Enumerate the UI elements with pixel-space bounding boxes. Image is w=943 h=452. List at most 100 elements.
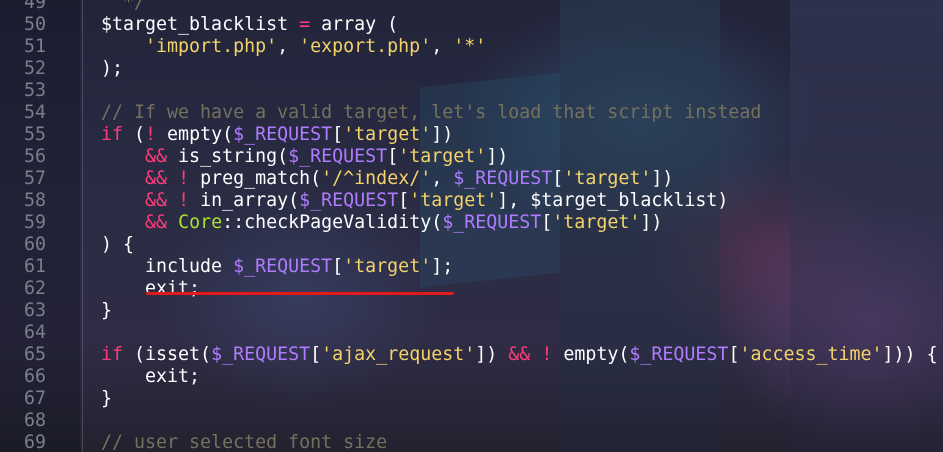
code-token: ! — [178, 168, 190, 189]
code-line[interactable]: 50 $target_blacklist = array ( — [0, 14, 938, 36]
code-line[interactable]: 54 // If we have a valid target, let's lo… — [0, 102, 938, 124]
code-token: 'target' — [398, 146, 487, 167]
line-number: 56 — [23, 146, 46, 167]
code-line[interactable]: 49 */ — [0, 0, 938, 14]
code-editor[interactable]: 49 */50 $target_blacklist = array (51 'im… — [0, 0, 943, 452]
code-text: // user selected font size — [101, 432, 387, 452]
line-number: 50 — [23, 14, 46, 35]
code-token: is_string( — [167, 146, 289, 167]
code-token: empty( — [552, 344, 630, 365]
code-token: [ — [387, 146, 399, 167]
line-number: 54 — [23, 102, 46, 123]
code-token: , — [277, 36, 300, 57]
line-number: 59 — [23, 212, 46, 233]
code-token: // If we have a valid target, let's load… — [101, 102, 762, 123]
code-token: $_REQUEST — [233, 124, 333, 145]
code-text: && ! preg_match('/^index/', $_REQUEST['t… — [101, 168, 673, 190]
line-number: 61 — [23, 256, 46, 277]
code-line[interactable]: 63} — [0, 300, 938, 322]
line-number: 53 — [23, 80, 46, 101]
code-line[interactable]: 57 && ! preg_match('/^index/', $_REQUEST… — [0, 168, 938, 190]
code-token: include — [101, 256, 234, 277]
line-number: 55 — [23, 124, 46, 145]
code-token: ]) — [640, 212, 663, 233]
code-text: */ — [101, 0, 145, 14]
code-token: [ — [541, 212, 553, 233]
code-token: ]) — [651, 168, 674, 189]
code-line[interactable]: 52); — [0, 58, 938, 80]
code-token: [ — [332, 124, 344, 145]
code-line[interactable]: 59 && Core::checkPageValidity($_REQUEST[… — [0, 212, 938, 234]
code-token: Core — [178, 212, 223, 233]
code-text: exit; — [101, 278, 200, 300]
code-token: ]) — [486, 146, 509, 167]
code-token: exit; — [101, 366, 201, 387]
code-token: 'import.php' — [145, 36, 278, 57]
code-token: 'target' — [343, 256, 432, 277]
code-token: $_REQUEST — [453, 168, 553, 189]
code-text: } — [101, 300, 112, 322]
code-token: ])) { — [882, 344, 938, 365]
code-line[interactable]: 66 exit; — [0, 366, 938, 388]
code-token: 'ajax_request' — [321, 344, 476, 365]
code-token: ) { — [101, 234, 135, 255]
code-text: } — [101, 388, 112, 410]
code-token: ! — [178, 190, 190, 211]
code-token: 'target' — [552, 212, 641, 233]
line-number: 60 — [23, 234, 46, 255]
code-token: [ — [728, 344, 740, 365]
line-number: 66 — [23, 366, 46, 387]
line-number: 69 — [23, 432, 46, 452]
code-text: ) { — [101, 234, 134, 256]
code-line[interactable]: 55 if (! empty($_REQUEST['target']) — [0, 124, 938, 146]
code-token: } — [101, 388, 113, 409]
code-token: preg_match( — [189, 168, 322, 189]
line-number: 52 — [23, 58, 46, 79]
line-number: 58 — [23, 190, 46, 211]
code-token: , — [431, 36, 454, 57]
code-token: $target_blacklist — [101, 14, 300, 35]
code-text: if (! empty($_REQUEST['target']) — [101, 124, 453, 146]
code-line[interactable]: 60 ) { — [0, 234, 938, 256]
code-token: [ — [332, 256, 344, 277]
code-line[interactable]: 65 if (isset($_REQUEST['ajax_request']) &… — [0, 344, 938, 366]
code-token: $_REQUEST — [288, 146, 388, 167]
code-token: ::checkPageValidity( — [222, 212, 443, 233]
code-line[interactable]: 53 — [0, 80, 938, 102]
code-line[interactable]: 68 — [0, 410, 938, 432]
code-line[interactable]: 61 include $_REQUEST['target']; — [0, 256, 938, 278]
code-token: if — [101, 344, 124, 365]
line-number: 63 — [23, 300, 46, 321]
line-number: 51 — [23, 36, 46, 57]
code-token: && — [508, 344, 531, 365]
code-token: && — [145, 190, 168, 211]
code-line[interactable]: 58 && ! in_array($_REQUEST['target'], $t… — [0, 190, 938, 212]
code-line[interactable]: 51 'import.php', 'export.php', '*' — [0, 36, 938, 58]
code-token: array ( — [310, 14, 399, 35]
code-token: exit; — [101, 278, 201, 299]
code-text: exit; — [101, 366, 200, 388]
code-line[interactable]: 67} — [0, 388, 938, 410]
code-token: [ — [310, 344, 322, 365]
code-lines[interactable]: 49 */50 $target_blacklist = array (51 'im… — [0, 0, 938, 452]
code-token: ! — [541, 344, 553, 365]
code-token: } — [101, 300, 113, 321]
line-number: 67 — [23, 388, 46, 409]
code-text: && Core::checkPageValidity($_REQUEST['ta… — [101, 212, 662, 234]
code-text: $target_blacklist = array ( — [101, 14, 398, 36]
code-line[interactable]: 64 — [0, 322, 938, 344]
code-line[interactable]: 69 // user selected font size — [0, 432, 938, 452]
code-token: $_REQUEST — [629, 344, 729, 365]
code-token: 'export.php' — [299, 36, 432, 57]
code-line[interactable]: 56 && is_string($_REQUEST['target']) — [0, 146, 938, 168]
code-line[interactable]: 62 exit; — [0, 278, 938, 300]
code-token: && — [145, 212, 168, 233]
code-token: , — [431, 168, 454, 189]
